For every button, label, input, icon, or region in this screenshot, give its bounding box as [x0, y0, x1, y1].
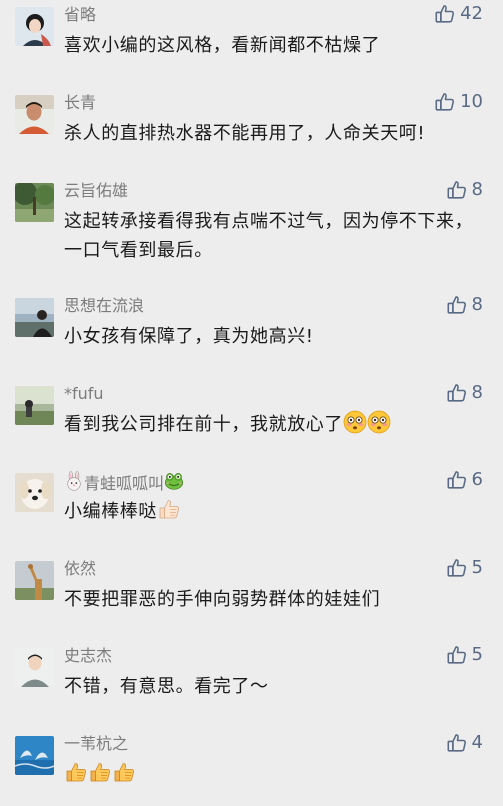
comment-author[interactable]: 长青: [64, 93, 96, 113]
avatar[interactable]: [15, 95, 54, 134]
comment-text: 不要把罪恶的手伸向弱势群体的娃娃们: [64, 589, 381, 610]
avatar[interactable]: [15, 386, 54, 425]
thumb-up-icon: [446, 557, 468, 579]
flushed-face-icon: [343, 410, 367, 434]
avatar[interactable]: [15, 298, 54, 337]
comment-text: 喜欢小编的这风格，看新闻都不枯燥了: [64, 35, 381, 56]
like-count: 6: [471, 469, 483, 490]
comment-author[interactable]: 思想在流浪: [64, 296, 144, 316]
comment-text: 杀人的直排热水器不能再用了，人命关天呵!: [64, 123, 426, 144]
thumbs-up-icon: [64, 760, 88, 784]
avatar-icon: [15, 473, 54, 512]
thumb-up-icon: [434, 91, 456, 113]
like-button[interactable]: 8: [446, 382, 483, 404]
like-count: 8: [471, 382, 483, 403]
avatar-icon: [15, 386, 54, 425]
avatar[interactable]: [15, 648, 54, 687]
avatar[interactable]: [15, 473, 54, 512]
like-count: 4: [471, 732, 483, 753]
like-button[interactable]: 10: [434, 91, 483, 113]
avatar-icon: [15, 95, 54, 134]
thumb-up-icon: [446, 294, 468, 316]
like-count: 10: [460, 91, 483, 112]
comment-text-content: 小编棒棒哒: [64, 501, 157, 522]
comment-author[interactable]: *fufu: [64, 384, 104, 404]
like-button[interactable]: 42: [434, 3, 483, 25]
avatar[interactable]: [15, 561, 54, 600]
rabbit-face-icon: [64, 471, 84, 491]
comment-text: 小编棒棒哒: [64, 497, 484, 526]
comment-author[interactable]: 省略: [64, 5, 96, 25]
like-count: 42: [460, 3, 483, 24]
frog-face-icon: [164, 471, 184, 491]
comment-text-content: 看到我公司排在前十，我就放心了: [64, 414, 343, 435]
avatar-icon: [15, 183, 54, 222]
avatar[interactable]: [15, 183, 54, 222]
like-count: 5: [471, 644, 483, 665]
like-button[interactable]: 5: [446, 644, 483, 666]
avatar-icon: [15, 298, 54, 337]
thumb-up-icon: [446, 732, 468, 754]
comment-author-label: 青蛙呱呱叫: [84, 474, 165, 493]
avatar-icon: [15, 736, 54, 775]
like-button[interactable]: 8: [446, 179, 483, 201]
comment-author[interactable]: 一苇杭之: [64, 734, 128, 754]
comment-author[interactable]: 史志杰: [64, 646, 112, 666]
thumbs-up-icon: [112, 760, 136, 784]
comment-text: 这起转承接看得我有点喘不过气，因为停不下来，一口气看到最后。: [64, 211, 474, 261]
like-button[interactable]: 5: [446, 557, 483, 579]
avatar[interactable]: [15, 736, 54, 775]
avatar-icon: [15, 561, 54, 600]
thumb-up-icon: [446, 469, 468, 491]
thumb-up-icon: [446, 382, 468, 404]
thumbs-up-icon: [88, 760, 112, 784]
like-button[interactable]: 6: [446, 469, 483, 491]
thumb-up-icon: [446, 179, 468, 201]
comment-text: [64, 760, 484, 789]
like-count: 5: [471, 557, 483, 578]
avatar[interactable]: [15, 7, 54, 46]
avatar-icon: [15, 648, 54, 687]
thumb-up-icon: [446, 644, 468, 666]
thumb-up-icon: [434, 3, 456, 25]
like-button[interactable]: 4: [446, 732, 483, 754]
comment-text: 不错，有意思。看完了～: [64, 676, 269, 697]
comment-text: 看到我公司排在前十，我就放心了: [64, 410, 484, 439]
comment-author[interactable]: 依然: [64, 559, 96, 579]
comment-author[interactable]: 青蛙呱呱叫: [64, 471, 184, 494]
comment-author[interactable]: 云旨佑雄: [64, 181, 128, 201]
avatar-icon: [15, 7, 54, 46]
like-button[interactable]: 8: [446, 294, 483, 316]
like-count: 8: [471, 179, 483, 200]
flushed-face-icon: [367, 410, 391, 434]
thumbs-up-icon: [157, 497, 181, 521]
comment-text: 小女孩有保障了，真为她高兴!: [64, 326, 314, 347]
like-count: 8: [471, 294, 483, 315]
